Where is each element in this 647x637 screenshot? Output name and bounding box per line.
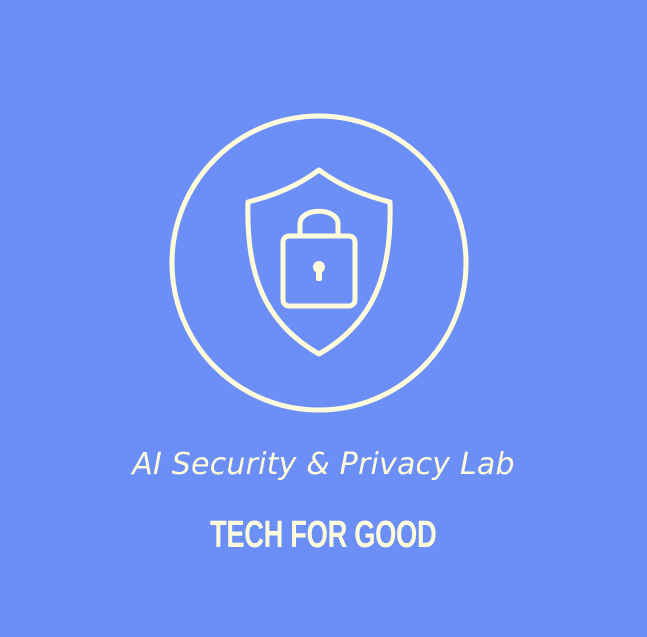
lock-keyhole-slot — [316, 267, 322, 281]
shield-lock-icon — [169, 113, 469, 413]
lab-tagline-text: TECH FOR GOOD — [210, 514, 437, 556]
lab-tagline: TECH FOR GOOD — [0, 510, 647, 560]
lab-logo: AI Security & Privacy Lab TECH FOR GOOD — [0, 0, 647, 637]
lab-title: AI Security & Privacy Lab — [132, 447, 515, 482]
lock-shackle — [297, 208, 341, 239]
